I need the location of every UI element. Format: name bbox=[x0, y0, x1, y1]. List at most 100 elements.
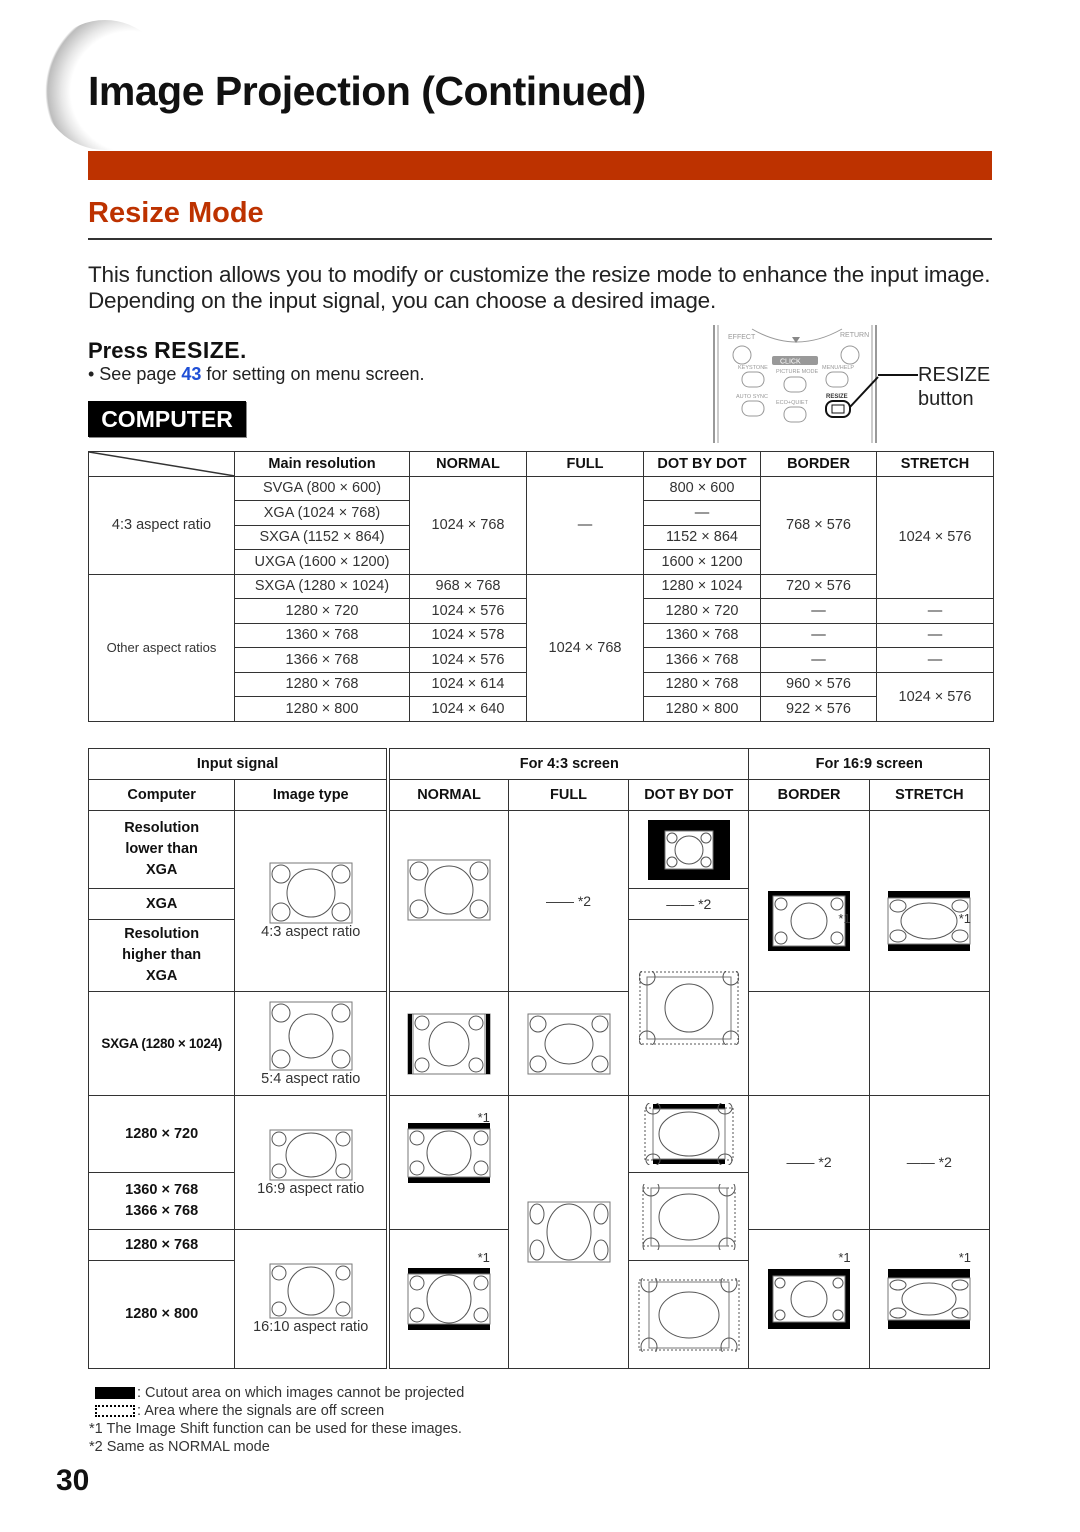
full-54-cell bbox=[507, 991, 630, 1096]
pattern-shape bbox=[650, 1187, 728, 1246]
image-type-54: 5:4 aspect ratio bbox=[234, 991, 391, 1096]
normal-169-cell: *1 bbox=[387, 1095, 509, 1230]
cell-res: SVGA (800 × 600) bbox=[234, 475, 410, 501]
cell-res: 1280 × 800 bbox=[234, 696, 410, 722]
cell-dot: 1600 × 1200 bbox=[643, 549, 761, 575]
cell-res: SXGA (1152 × 864) bbox=[234, 524, 410, 550]
col-dot-by-dot: DOT BY DOT bbox=[628, 779, 750, 811]
cell-normal: 968 × 768 bbox=[409, 573, 527, 599]
cell-normal: 1024 × 614 bbox=[409, 671, 527, 697]
pattern-shape bbox=[269, 1263, 353, 1319]
corner-cell bbox=[88, 451, 235, 477]
cell-normal: 1024 × 576 bbox=[409, 647, 527, 673]
offscreen-swatch-icon bbox=[95, 1405, 135, 1418]
same-as-normal-note: —— *2 bbox=[786, 1154, 832, 1170]
table-row: 1280 × 720 16:9 aspect ratio *1 —— *2 ——… bbox=[87, 1095, 991, 1369]
image-shift-note: *1 bbox=[838, 911, 851, 926]
legend: : Cutout area on which images cannot be … bbox=[89, 1384, 464, 1456]
section-title: Resize Mode bbox=[88, 197, 264, 229]
cell-res: UXGA (1600 × 1200) bbox=[234, 549, 410, 575]
pattern-shape bbox=[269, 1129, 353, 1180]
image-54-icon bbox=[269, 1001, 353, 1070]
computer-sxga: SXGA (1280 × 1024) bbox=[87, 991, 236, 1096]
normal-43-icon bbox=[407, 859, 491, 921]
cell-res: SXGA (1280 × 1024) bbox=[234, 573, 410, 599]
cell-border: — bbox=[760, 598, 877, 624]
cell-dot: 1366 × 768 bbox=[643, 647, 761, 673]
cell-border: 768 × 576 bbox=[760, 475, 877, 575]
pattern-shape bbox=[772, 1275, 846, 1323]
table-row: 4:3 aspect ratio SVGA (800 × 600) 1024 ×… bbox=[88, 475, 994, 599]
dot-1280x720-icon bbox=[644, 1103, 734, 1165]
legend-note1: *1 The Image Shift function can be used … bbox=[89, 1421, 462, 1437]
image-type-1610: 16:10 aspect ratio bbox=[234, 1229, 391, 1369]
cell-normal: 1024 × 576 bbox=[409, 598, 527, 624]
cell-dot: 1280 × 720 bbox=[643, 598, 761, 624]
legend-offscreen: : Area where the signals are off screen bbox=[95, 1402, 464, 1420]
cell-dot: 1152 × 864 bbox=[643, 524, 761, 550]
pattern-shape bbox=[412, 1013, 486, 1074]
section-divider bbox=[88, 238, 992, 240]
image-type-table: Input signal For 4:3 screen For 16:9 scr… bbox=[87, 748, 991, 1369]
caption-1610: 16:10 aspect ratio bbox=[253, 1319, 369, 1335]
caption-54: 5:4 aspect ratio bbox=[261, 1070, 361, 1087]
full-54-icon bbox=[527, 1013, 611, 1074]
cell-res: 1360 × 768 bbox=[234, 622, 410, 648]
cell-full: 1024 × 768 bbox=[526, 573, 644, 722]
cell-dot: 800 × 600 bbox=[643, 475, 761, 501]
dot-1360-cell bbox=[628, 1172, 750, 1261]
table-header-row: Computer Image type NORMAL FULL DOT BY D… bbox=[87, 779, 991, 811]
cell-dot: 1360 × 768 bbox=[643, 622, 761, 648]
legend-note2: *2 Same as NORMAL mode bbox=[89, 1439, 270, 1455]
image-type-43: 4:3 aspect ratio bbox=[234, 810, 391, 992]
return-label: RETURN bbox=[840, 332, 869, 339]
callout-leader bbox=[878, 374, 918, 376]
group-169-screen: For 16:9 screen bbox=[748, 748, 990, 780]
normal-1610-cell: *1 bbox=[387, 1229, 509, 1369]
image-shift-note: *1 bbox=[838, 1250, 851, 1265]
image-shift-note: *1 bbox=[477, 1110, 490, 1125]
computer-lower-xga: Resolution lower than XGA bbox=[87, 810, 236, 889]
page-link[interactable]: 43 bbox=[181, 364, 201, 384]
border-169-cell: —— *2 bbox=[748, 1095, 870, 1230]
cell-stretch: — bbox=[876, 622, 994, 648]
pattern-shape bbox=[527, 1201, 611, 1263]
svg-text:RESIZE: RESIZE bbox=[826, 394, 848, 400]
stretch-1610-cell: *1 bbox=[868, 1229, 991, 1369]
border-1610-icon bbox=[768, 1269, 851, 1329]
pattern-shape bbox=[887, 1277, 971, 1321]
cell-dot: — bbox=[643, 500, 761, 526]
press-suffix: . bbox=[240, 338, 247, 363]
computer-1280x720: 1280 × 720 bbox=[87, 1095, 236, 1173]
remote-svg: EFFECT RETURN CLICK KEYSTONE PICTURE MOD… bbox=[713, 325, 879, 443]
image-shift-note: *1 bbox=[477, 1250, 490, 1265]
col-stretch: STRETCH bbox=[868, 779, 991, 811]
stretch-1610-icon bbox=[887, 1269, 971, 1329]
normal-1610-icon bbox=[407, 1268, 491, 1330]
image-type-169: 16:9 aspect ratio bbox=[234, 1095, 391, 1230]
stretch-43-cell: *1 bbox=[868, 810, 991, 992]
remote-control-illustration: EFFECT RETURN CLICK KEYSTONE PICTURE MOD… bbox=[712, 325, 880, 443]
caption-169: 16:9 aspect ratio bbox=[257, 1180, 365, 1197]
group-43-screen: For 4:3 screen bbox=[387, 748, 750, 780]
diagonal-line bbox=[89, 452, 235, 476]
cell-full: — bbox=[526, 475, 644, 575]
dot-higher-icon bbox=[638, 970, 739, 1045]
pattern-shape bbox=[407, 1273, 491, 1325]
pattern-shape bbox=[407, 1128, 491, 1177]
svg-text:PICTURE MODE: PICTURE MODE bbox=[776, 369, 819, 375]
cell-res: 1280 × 768 bbox=[234, 671, 410, 697]
table-row: SXGA (1280 × 1024) 5:4 aspect ratio bbox=[87, 991, 991, 1096]
dot-1280x800-icon bbox=[638, 1277, 740, 1352]
cutout-swatch-icon bbox=[95, 1387, 135, 1400]
group-input-signal: Input signal bbox=[88, 748, 391, 780]
image-1610-icon bbox=[269, 1263, 353, 1319]
col-computer: Computer bbox=[87, 779, 236, 811]
cell-normal: 1024 × 578 bbox=[409, 622, 527, 648]
svg-text:MENU/HELP: MENU/HELP bbox=[822, 365, 854, 371]
image-shift-note: *1 bbox=[958, 1250, 971, 1265]
col-normal: NORMAL bbox=[409, 451, 527, 477]
col-full: FULL bbox=[526, 451, 644, 477]
normal-43-cell bbox=[387, 810, 509, 992]
cell-border: 960 × 576 bbox=[760, 671, 877, 697]
